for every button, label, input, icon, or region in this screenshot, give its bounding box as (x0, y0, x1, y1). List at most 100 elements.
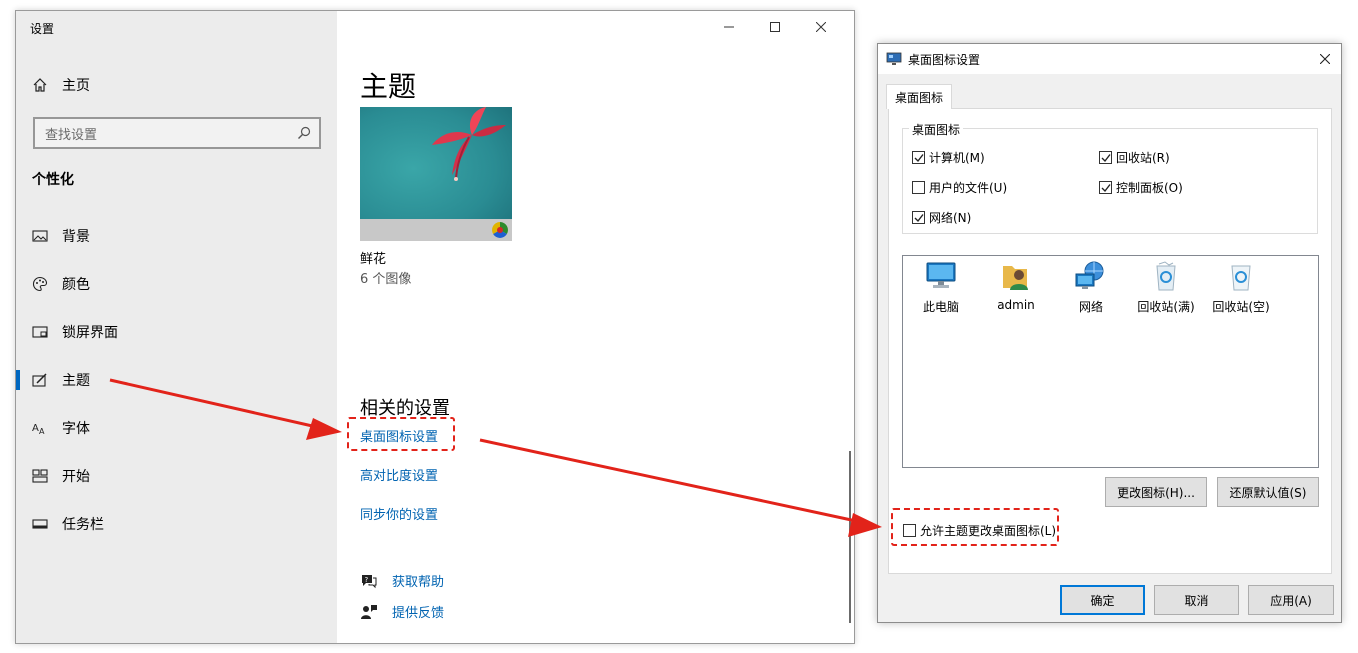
feedback-icon (361, 604, 377, 619)
theme-brush-icon (32, 373, 47, 387)
maximize-icon (770, 22, 780, 32)
checkbox-box (1099, 181, 1112, 194)
picture-icon (32, 230, 48, 242)
sidebar-item-colors[interactable]: 颜色 (16, 266, 337, 302)
svg-text:A: A (32, 423, 39, 434)
maximize-button[interactable] (752, 17, 798, 37)
close-icon (1320, 54, 1330, 64)
sidebar-item-label: 字体 (62, 421, 90, 437)
ok-button[interactable]: 确定 (1060, 585, 1145, 615)
icon-this-pc[interactable]: 此电脑 (905, 260, 977, 315)
icon-recycle-bin-full[interactable]: 回收站(满) (1130, 260, 1202, 315)
sidebar-item-themes[interactable]: 主题 (16, 362, 337, 398)
section-heading: 个性化 (32, 172, 74, 188)
checkbox-label: 允许主题更改桌面图标(L) (920, 524, 1057, 538)
icon-label: 回收站(空) (1212, 300, 1270, 314)
get-help-link[interactable]: ? 获取帮助 (360, 571, 444, 590)
font-icon: AA (32, 423, 45, 436)
this-pc-icon (926, 262, 956, 288)
cancel-button[interactable]: 取消 (1154, 585, 1239, 615)
theme-image-count: 6 个图像 (360, 272, 412, 287)
checkmark-icon (1101, 183, 1111, 192)
icon-label: 此电脑 (922, 300, 959, 314)
minimize-button[interactable] (706, 17, 752, 37)
taskbar-icon (32, 519, 48, 529)
help-chat-icon: ? (362, 574, 377, 588)
home-label: 主页 (62, 78, 90, 94)
icon-recycle-bin-empty[interactable]: 回收站(空) (1205, 260, 1277, 315)
tab-panel: 桌面图标 计算机(M) 回收站(R) 用户的文件(U) 控制面板(O) 网络(N… (888, 108, 1332, 574)
checkbox-box (912, 181, 925, 194)
checkbox-box (912, 211, 925, 224)
search-placeholder: 查找设置 (45, 127, 98, 143)
recycle-bin-full-icon (1156, 261, 1176, 291)
checkbox-label: 控制面板(O) (1116, 181, 1183, 195)
icon-admin[interactable]: admin (980, 260, 1052, 312)
lock-screen-icon (32, 326, 48, 338)
desktop-icon-list[interactable]: 此电脑 admin 网络 回收站(满) 回收站(空) (902, 255, 1319, 468)
restore-default-button[interactable]: 还原默认值(S) (1217, 477, 1319, 507)
computer-checkbox[interactable]: 计算机(M) (912, 149, 985, 166)
home-icon (33, 78, 47, 92)
groupbox-label: 桌面图标 (909, 121, 964, 138)
theme-thumbnail[interactable] (360, 107, 512, 241)
sidebar-item-label: 颜色 (62, 277, 90, 293)
minimize-icon (724, 26, 734, 28)
desktop-app-icon (886, 52, 902, 65)
sidebar-item-label: 主题 (62, 373, 90, 389)
recycle-bin-empty-icon (1231, 265, 1251, 291)
search-icon (298, 126, 311, 139)
theme-name: 鲜花 (360, 252, 387, 267)
svg-text:?: ? (365, 576, 369, 584)
checkbox-label: 用户的文件(U) (929, 181, 1008, 195)
change-icon-button[interactable]: 更改图标(H)... (1105, 477, 1207, 507)
network-checkbox[interactable]: 网络(N) (912, 209, 971, 226)
sidebar-item-lock-screen[interactable]: 锁屏界面 (16, 314, 337, 350)
user-files-checkbox[interactable]: 用户的文件(U) (912, 179, 1007, 196)
window-title: 设置 (30, 22, 55, 36)
settings-sidebar: 设置 主页 查找设置 个性化 背景 颜色 锁屏界面 主题 AA 字体 开始 任务… (16, 11, 337, 643)
start-icon (32, 469, 48, 483)
control-panel-checkbox[interactable]: 控制面板(O) (1099, 179, 1183, 196)
feedback-label: 提供反馈 (392, 606, 445, 621)
get-help-label: 获取帮助 (392, 575, 445, 590)
high-contrast-settings-link[interactable]: 高对比度设置 (360, 465, 438, 484)
settings-content: 主题 鲜花 6 个图像 相关的设置 桌面图标设置 高对比度设置 同步你的设置 ?… (337, 11, 854, 643)
tab-desktop-icons[interactable]: 桌面图标 (886, 84, 952, 109)
checkbox-box (1099, 151, 1112, 164)
scrollbar[interactable] (849, 451, 851, 623)
home-nav-item[interactable]: 主页 (32, 75, 90, 95)
sidebar-item-background[interactable]: 背景 (16, 218, 337, 254)
sidebar-item-label: 背景 (62, 229, 90, 245)
flower-wallpaper-image (360, 107, 512, 241)
close-button[interactable] (798, 17, 844, 37)
page-title: 主题 (360, 70, 417, 103)
recycle-bin-checkbox[interactable]: 回收站(R) (1099, 149, 1170, 166)
svg-text:A: A (39, 427, 45, 436)
checkmark-icon (1101, 153, 1111, 162)
checkbox-box (912, 151, 925, 164)
search-input[interactable]: 查找设置 (33, 117, 321, 149)
sidebar-item-label: 锁屏界面 (62, 325, 118, 341)
icon-label: admin (997, 298, 1035, 312)
allow-themes-checkbox[interactable]: 允许主题更改桌面图标(L) (903, 522, 1056, 539)
icon-label: 回收站(满) (1137, 300, 1195, 314)
feedback-link[interactable]: 提供反馈 (360, 602, 444, 621)
close-icon (816, 22, 826, 32)
checkbox-label: 网络(N) (929, 211, 972, 225)
user-folder-icon (1003, 266, 1028, 290)
dialog-close-button[interactable] (1315, 49, 1335, 69)
icon-label: 网络 (1078, 300, 1103, 314)
sidebar-item-start[interactable]: 开始 (16, 458, 337, 494)
palette-icon (32, 276, 48, 292)
sidebar-item-taskbar[interactable]: 任务栏 (16, 506, 337, 542)
sidebar-item-fonts[interactable]: AA 字体 (16, 410, 337, 446)
sync-settings-link[interactable]: 同步你的设置 (360, 504, 438, 523)
dialog-title: 桌面图标设置 (908, 52, 981, 67)
icon-network[interactable]: 网络 (1055, 260, 1127, 315)
checkbox-box (903, 524, 916, 537)
checkbox-label: 回收站(R) (1116, 151, 1170, 165)
desktop-icon-settings-link[interactable]: 桌面图标设置 (360, 426, 438, 445)
apply-button[interactable]: 应用(A) (1248, 585, 1334, 615)
settings-window: 设置 主页 查找设置 个性化 背景 颜色 锁屏界面 主题 AA 字体 开始 任务… (15, 10, 855, 644)
